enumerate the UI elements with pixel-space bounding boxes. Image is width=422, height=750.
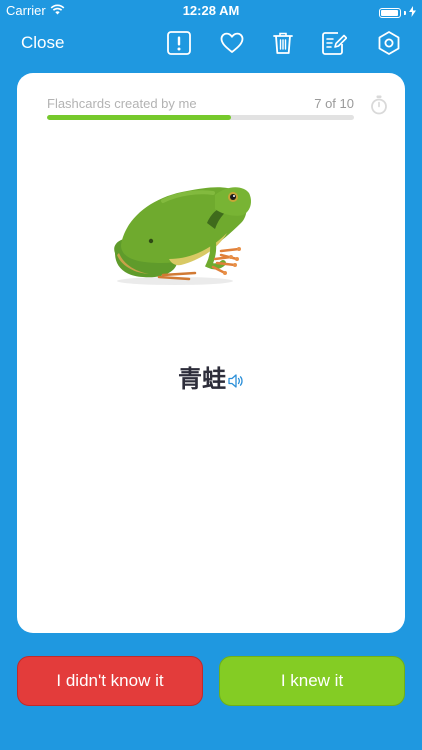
speaker-icon[interactable] xyxy=(228,374,244,388)
status-time: 12:28 AM xyxy=(182,3,240,18)
knew-it-button[interactable]: I knew it xyxy=(219,656,405,706)
progress-bar xyxy=(47,115,354,120)
status-bar: Carrier 12:28 AM xyxy=(0,0,422,22)
progress-count: 7 of 10 xyxy=(314,96,354,111)
flashcard-word: 青蛙 xyxy=(178,365,226,393)
frog-image xyxy=(103,179,253,289)
report-icon[interactable] xyxy=(166,30,192,56)
progress-bar-fill xyxy=(47,115,232,120)
close-button[interactable]: Close xyxy=(21,33,64,53)
flashcard[interactable]: Flashcards created by me 7 of 10 青蛙 xyxy=(17,73,405,633)
toolbar: Close xyxy=(0,26,422,62)
word-row: 青蛙 xyxy=(17,365,405,393)
settings-icon[interactable] xyxy=(376,30,402,56)
edit-icon[interactable] xyxy=(321,30,347,56)
battery-icon xyxy=(379,8,401,18)
didnt-know-button[interactable]: I didn't know it xyxy=(17,656,203,706)
stopwatch-icon[interactable] xyxy=(370,95,388,115)
heart-icon[interactable] xyxy=(219,30,245,56)
battery-tip xyxy=(404,11,406,15)
trash-icon[interactable] xyxy=(270,30,296,56)
charging-icon xyxy=(409,4,416,22)
deck-title: Flashcards created by me xyxy=(47,96,197,111)
status-right xyxy=(379,4,416,22)
